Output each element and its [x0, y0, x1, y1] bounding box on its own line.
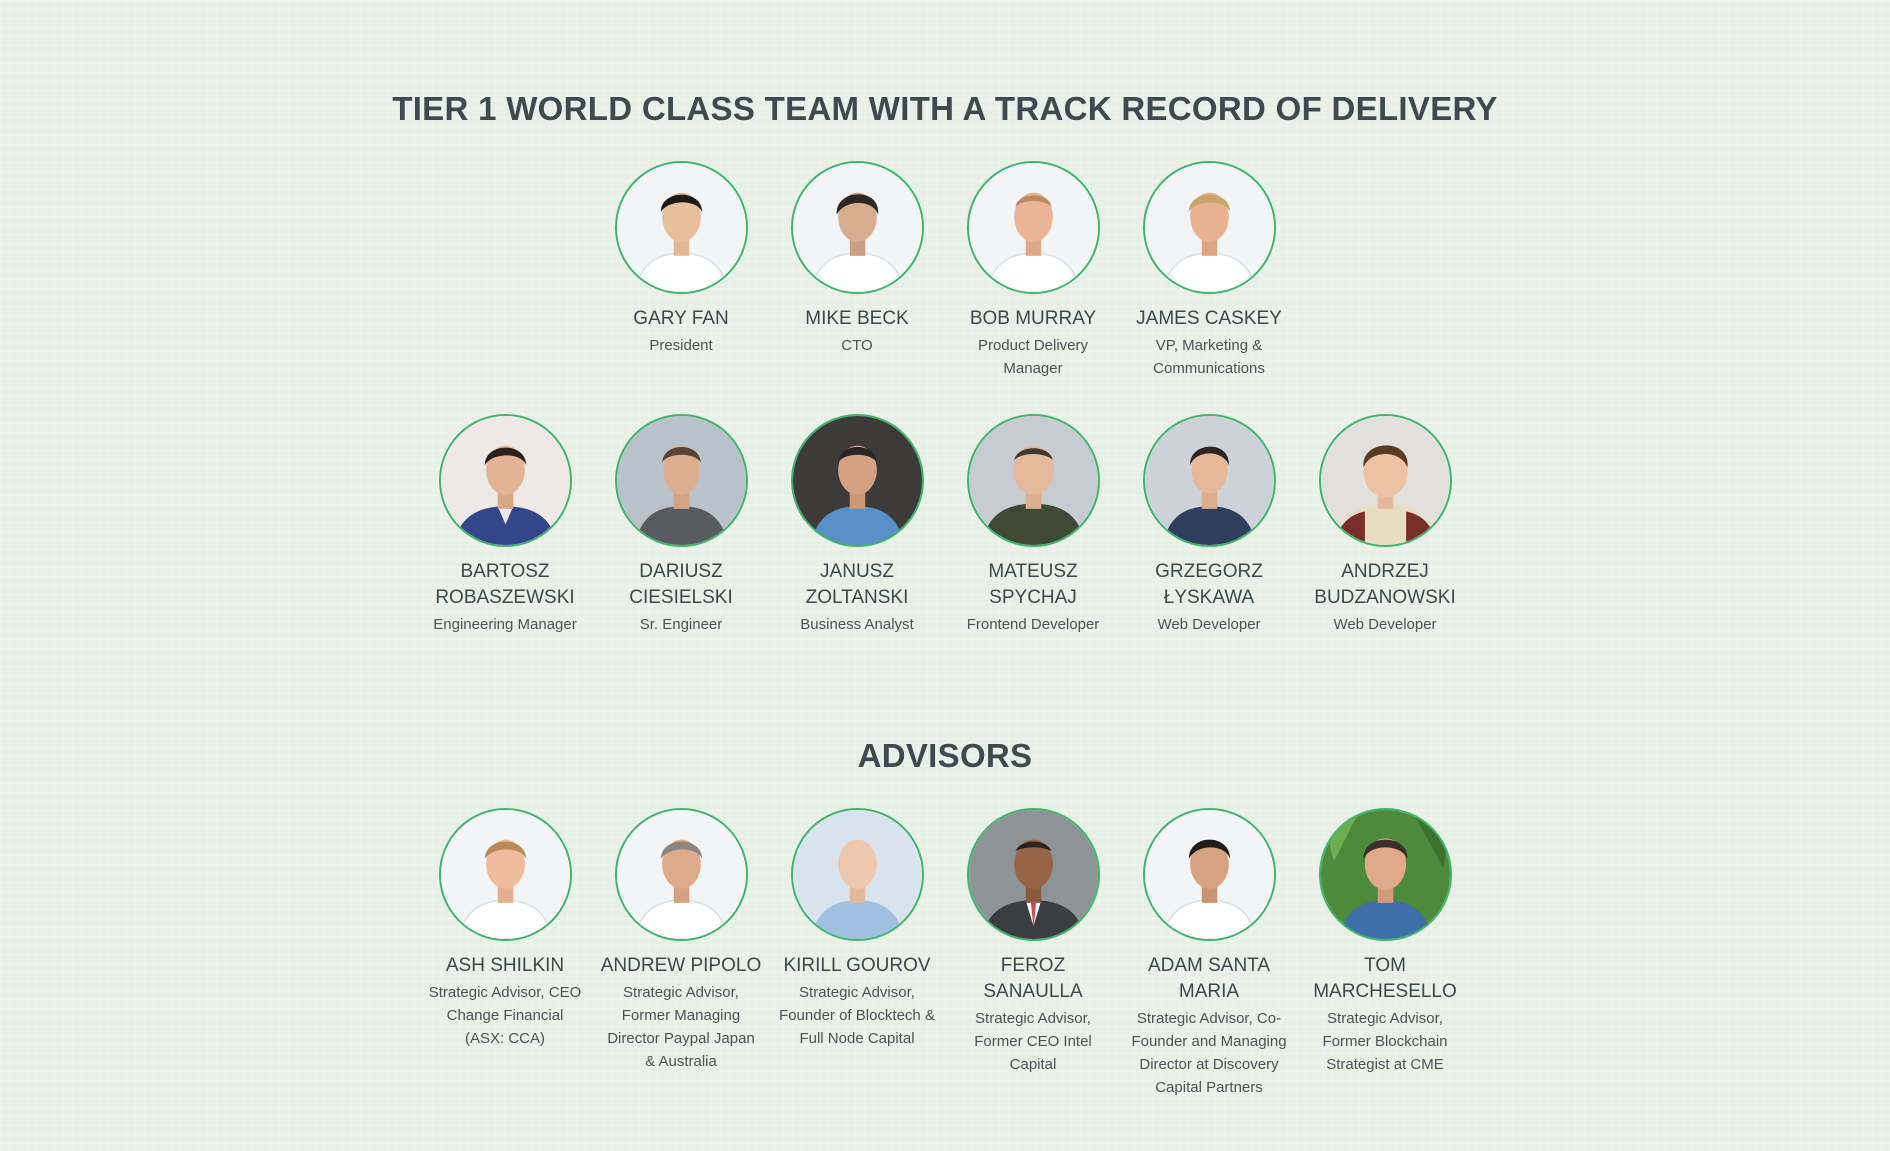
member-name: KIRILL GOUROV: [783, 955, 931, 976]
member-name: TOM MARCHESELLO: [1313, 955, 1457, 1002]
avatar: [614, 161, 748, 294]
avatar: [790, 161, 924, 294]
avatar: [966, 808, 1100, 941]
portrait-photo: [968, 163, 1098, 292]
avatar: [1142, 161, 1276, 294]
member-name: BOB MURRAY: [969, 308, 1097, 329]
engineering-row: BARTOSZ ROBASZEWSKI Engineering Manager …: [0, 414, 1890, 636]
advisor-tom-marchesello: TOM MARCHESELLO Strategic Advisor, Forme…: [1297, 808, 1473, 1099]
member-role: VP, Marketing & Communications: [1153, 337, 1265, 377]
avatar: [1318, 414, 1452, 547]
avatar: [614, 414, 748, 547]
member-name: JAMES CASKEY: [1136, 308, 1282, 329]
avatar: [790, 414, 924, 547]
member-name: MATEUSZ SPYCHAJ: [988, 561, 1078, 608]
avatar: [1318, 808, 1452, 941]
member-role: Web Developer: [1333, 616, 1437, 633]
member-role: Web Developer: [1157, 616, 1261, 633]
member-name: GRZEGORZ ŁYSKAWA: [1155, 561, 1263, 608]
portrait-photo: [440, 810, 570, 939]
team-member-bob-murray: BOB MURRAY Product Delivery Manager: [945, 161, 1121, 380]
portrait-photo: [1144, 163, 1274, 292]
member-name: MIKE BECK: [805, 308, 909, 329]
member-name: BARTOSZ ROBASZEWSKI: [435, 561, 575, 608]
portrait-photo: [792, 163, 922, 292]
advisor-kirill-gourov: KIRILL GOUROV Strategic Advisor, Founder…: [769, 808, 945, 1099]
member-name: ASH SHILKIN: [445, 955, 565, 976]
member-name: ANDRZEJ BUDZANOWSKI: [1314, 561, 1456, 608]
team-member-james-caskey: JAMES CASKEY VP, Marketing & Communicati…: [1121, 161, 1297, 380]
member-role: Strategic Advisor, Former Managing Direc…: [607, 984, 755, 1070]
advisor-feroz-sanaulla: FEROZ SANAULLA Strategic Advisor, Former…: [945, 808, 1121, 1099]
advisor-ash-shilkin: ASH SHILKIN Strategic Advisor, CEO Chang…: [417, 808, 593, 1099]
member-role: Strategic Advisor, Co-Founder and Managi…: [1131, 1010, 1287, 1096]
member-role: Strategic Advisor, Former Blockchain Str…: [1322, 1010, 1448, 1073]
avatar: [438, 808, 572, 941]
advisors-section-title: ADVISORS: [857, 737, 1033, 774]
team-member-grzegorz-lyskawa: GRZEGORZ ŁYSKAWA Web Developer: [1121, 414, 1297, 636]
avatar: [1142, 808, 1276, 941]
member-role: Frontend Developer: [966, 616, 1100, 633]
avatar: [614, 808, 748, 941]
portrait-photo: [1144, 416, 1274, 545]
avatar: [790, 808, 924, 941]
team-member-gary-fan: GARY FAN President: [593, 161, 769, 380]
avatar: [966, 414, 1100, 547]
team-member-mateusz-spychaj: MATEUSZ SPYCHAJ Frontend Developer: [945, 414, 1121, 636]
advisor-adam-santa-maria: ADAM SANTA MARIA Strategic Advisor, Co-F…: [1121, 808, 1297, 1099]
team-member-mike-beck: MIKE BECK CTO: [769, 161, 945, 380]
team-member-bartosz-robaszewski: BARTOSZ ROBASZEWSKI Engineering Manager: [417, 414, 593, 636]
member-role: President: [649, 337, 713, 354]
portrait-photo: [616, 810, 746, 939]
member-role: Strategic Advisor, CEO Change Financial …: [428, 984, 582, 1047]
portrait-photo: [616, 163, 746, 292]
member-role: CTO: [841, 337, 873, 354]
avatar: [966, 161, 1100, 294]
portrait-photo: [1320, 416, 1450, 545]
advisors-row: ASH SHILKIN Strategic Advisor, CEO Chang…: [0, 808, 1890, 1099]
member-role: Engineering Manager: [433, 616, 577, 633]
leadership-row: GARY FAN President MIKE BECK CTO BOB MUR…: [0, 161, 1890, 380]
member-name: GARY FAN: [633, 308, 729, 329]
member-role: Business Analyst: [800, 616, 914, 633]
team-member-andrzej-budzanowski: ANDRZEJ BUDZANOWSKI Web Developer: [1297, 414, 1473, 636]
portrait-photo: [616, 416, 746, 545]
member-name: ADAM SANTA MARIA: [1147, 955, 1271, 1002]
member-name: DARIUSZ CIESIELSKI: [629, 561, 733, 608]
avatar: [1142, 414, 1276, 547]
advisor-andrew-pipolo: ANDREW PIPOLO Strategic Advisor, Former …: [593, 808, 769, 1099]
member-name: FEROZ SANAULLA: [983, 955, 1083, 1002]
portrait-photo: [440, 416, 570, 545]
avatar: [438, 414, 572, 547]
member-role: Product Delivery Manager: [977, 337, 1089, 377]
portrait-photo: [1144, 810, 1274, 939]
portrait-photo: [792, 810, 922, 939]
team-member-dariusz-ciesielski: DARIUSZ CIESIELSKI Sr. Engineer: [593, 414, 769, 636]
portrait-photo: [968, 810, 1098, 939]
portrait-photo: [968, 416, 1098, 545]
member-name: JANUSZ ZOLTANSKI: [805, 561, 909, 608]
portrait-photo: [792, 416, 922, 545]
member-role: Strategic Advisor, Former CEO Intel Capi…: [974, 1010, 1092, 1073]
member-role: Sr. Engineer: [639, 616, 723, 633]
team-section-title: TIER 1 WORLD CLASS TEAM WITH A TRACK REC…: [392, 90, 1498, 127]
portrait-photo: [1320, 810, 1450, 939]
team-member-janusz-zoltanski: JANUSZ ZOLTANSKI Business Analyst: [769, 414, 945, 636]
member-role: Strategic Advisor, Founder of Blocktech …: [779, 984, 935, 1047]
member-name: ANDREW PIPOLO: [600, 955, 762, 976]
